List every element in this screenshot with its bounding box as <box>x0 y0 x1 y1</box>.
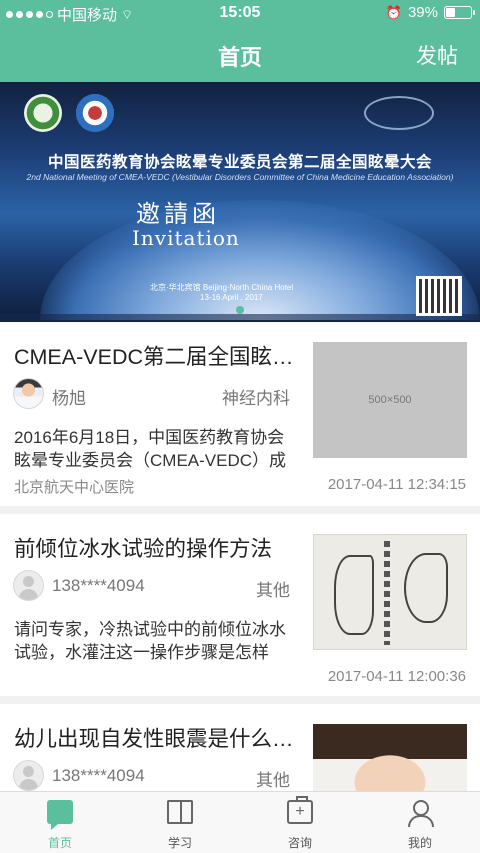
banner-emblem <box>364 96 434 130</box>
tab-bar: 首页 学习 咨询 我的 <box>0 791 480 853</box>
post-author: 138****4094 <box>52 766 145 785</box>
post-card[interactable]: 前倾位冰水试验的操作方法 138****4094 其他 请问专家，冷热试验中的前… <box>0 514 480 704</box>
post-title[interactable]: CMEA-VEDC第二届全国眩晕大会 <box>14 340 294 371</box>
post-time: 2017-04-11 12:00:36 <box>327 668 466 685</box>
nav-bar: 首页 发帖 <box>0 26 480 82</box>
banner-logos <box>24 94 114 132</box>
post-summary: 2016年6月18日，中国医药教育协会眩晕专业委员会（CMEA-VEDC）成立 <box>14 428 287 470</box>
post-button[interactable]: 发帖 <box>416 40 458 70</box>
post-card[interactable]: CMEA-VEDC第二届全国眩晕大会 杨旭 神经内科 2016年6月18日，中国… <box>0 322 480 514</box>
alarm-icon: ⏰ <box>385 4 402 20</box>
avatar <box>13 760 44 791</box>
post-hospital: 北京航天中心医院 <box>14 479 135 496</box>
status-right: ⏰ 39% <box>385 4 475 21</box>
post-department: 神经内科 <box>222 389 290 408</box>
user-icon <box>407 800 434 827</box>
post-title[interactable]: 前倾位冰水试验的操作方法 <box>14 532 294 563</box>
page-title: 首页 <box>217 45 262 70</box>
avatar <box>13 570 44 601</box>
banner-carousel[interactable]: 中国医药教育协会眩晕专业委员会第二届全国眩晕大会 2nd National Me… <box>0 82 480 322</box>
pager-dot-active[interactable] <box>236 306 244 314</box>
post-department: 其他 <box>256 581 290 600</box>
association-logo <box>24 94 62 132</box>
banner-dome-image <box>40 200 480 320</box>
banner-water <box>0 314 480 322</box>
post-time: 2017-04-11 12:34:15 <box>327 476 466 493</box>
tab-consult[interactable]: 咨询 <box>240 792 360 853</box>
battery-icon <box>444 6 475 19</box>
tab-mine[interactable]: 我的 <box>360 792 480 853</box>
book-icon <box>167 800 193 824</box>
post-summary: 请问专家，冷热试验中的前倾位冰水试验，水灌注这一操作步骤是怎样的？ <box>14 620 286 662</box>
banner-invitation-cn: 邀請函 <box>136 200 220 228</box>
post-author: 138****4094 <box>52 576 145 595</box>
committee-logo <box>76 94 114 132</box>
tab-label: 学习 <box>167 836 192 850</box>
post-feed: CMEA-VEDC第二届全国眩晕大会 杨旭 神经内科 2016年6月18日，中国… <box>0 322 480 840</box>
tab-label: 首页 <box>47 836 72 850</box>
carousel-pager[interactable] <box>0 306 480 314</box>
avatar <box>13 378 44 409</box>
banner-invitation-en: Invitation <box>132 226 240 250</box>
banner-date: 13-16 April , 2017 <box>200 293 263 302</box>
banner-venue: 北京·华北宾馆 Beijing·North China Hotel <box>150 283 294 292</box>
post-title[interactable]: 幼儿出现自发性眼震是什么原因 <box>14 722 294 753</box>
post-author: 杨旭 <box>52 389 86 408</box>
tab-label: 咨询 <box>287 836 312 850</box>
banner-title-en: 2nd National Meeting of CMEA-VEDC (Vesti… <box>26 172 454 182</box>
medkit-icon <box>287 796 313 824</box>
tab-label: 我的 <box>407 836 432 850</box>
tab-home[interactable]: 首页 <box>0 792 120 853</box>
thumbnail-size-label: 500×500 <box>368 394 412 406</box>
banner-title-cn: 中国医药教育协会眩晕专业委员会第二届全国眩晕大会 <box>47 153 432 171</box>
post-thumbnail[interactable] <box>313 534 467 650</box>
post-thumbnail[interactable]: 500×500 <box>313 342 467 458</box>
tab-study[interactable]: 学习 <box>120 792 240 853</box>
post-department: 其他 <box>256 771 290 790</box>
status-bar: 中国移动 ⌔ 15:05 ⏰ 39% <box>0 0 480 26</box>
battery-percent: 39% <box>407 4 438 21</box>
chat-icon <box>47 800 73 830</box>
